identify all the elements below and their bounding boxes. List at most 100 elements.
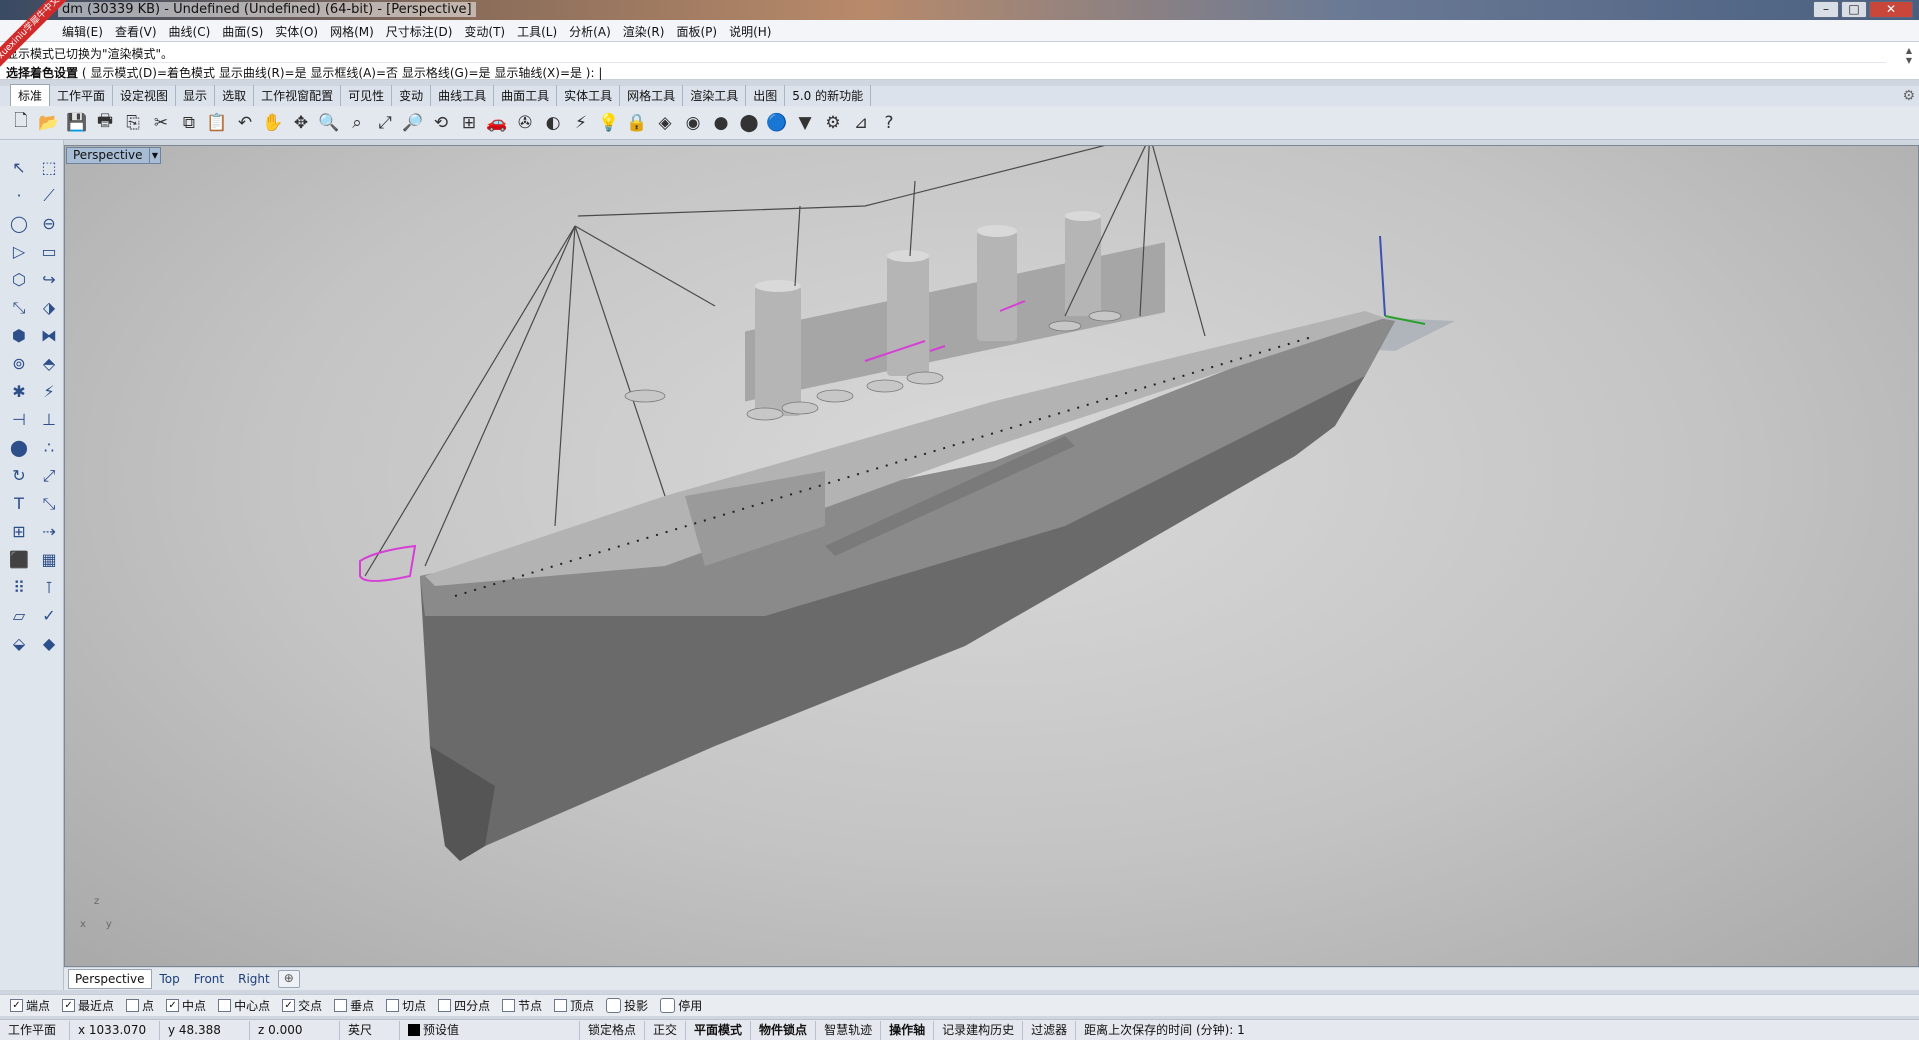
four-viewports-icon[interactable]: ⊞ [456,110,482,136]
toolbar-tab[interactable]: 工作视窗配置 [254,85,342,106]
osnap-checkbox[interactable] [606,998,622,1013]
toolbar-tab[interactable]: 显示 [176,85,216,106]
copy-icon[interactable]: ⧉ [176,110,202,136]
menu-item[interactable]: 查看(V) [109,20,163,41]
osnap-checkbox[interactable] [554,999,568,1012]
viewport-tab-top[interactable]: Top [154,970,186,988]
osnap-option[interactable]: ✓ 端点 [10,997,50,1014]
osnap-option[interactable]: 点 [126,997,154,1014]
osnap-checkbox[interactable] [660,998,676,1013]
cylinder-icon[interactable]: ⊚ [6,350,32,377]
osnap-option[interactable]: 垂点 [334,997,374,1014]
open-file-icon[interactable]: 📂 [36,110,62,136]
surface-tool-icon[interactable]: ⬗ [36,294,62,321]
menu-item[interactable]: 变动(T) [458,20,511,41]
ellipse-icon[interactable]: ⊖ [36,210,62,237]
osnap-option[interactable]: 顶点 [554,997,594,1014]
material-icon[interactable]: ◆ [36,630,62,657]
filter-toggle[interactable]: 过滤器 [1023,1020,1077,1040]
viewport-tab-right[interactable]: Right [232,970,276,988]
toolbar-tab[interactable]: 变动 [392,85,432,106]
units-indicator[interactable]: 英尺 [340,1020,400,1040]
cplane-indicator[interactable]: 工作平面 [0,1020,70,1040]
menu-item[interactable]: 曲面(S) [216,20,269,41]
osnap-checkbox[interactable] [218,999,232,1012]
group-icon[interactable]: ⬤ [6,434,32,461]
history-toggle[interactable]: 记录建构历史 [934,1020,1024,1040]
save-icon[interactable]: 💾 [64,110,90,136]
osnap-option[interactable]: ✓ 最近点 [62,997,114,1014]
hide-icon[interactable]: ◐ [540,110,566,136]
zoom-window-icon[interactable]: ⌕ [344,110,370,136]
toolbar-tab[interactable]: 标准 [10,84,51,106]
camera-icon[interactable]: ✇ [512,110,538,136]
viewport-tab-front[interactable]: Front [188,970,230,988]
explode-icon[interactable]: ✱ [6,378,32,405]
osnap-checkbox[interactable] [502,999,516,1012]
render-sphere-icon[interactable]: ● [708,110,734,136]
maximize-button[interactable]: □ [1841,1,1867,18]
zoom-icon[interactable]: 🔍 [316,110,342,136]
toolbar-tab[interactable]: 工作平面 [50,85,114,106]
arc-icon[interactable]: ▷ [6,238,32,265]
osnap-option[interactable]: ✓ 中点 [166,997,206,1014]
grid-snap-toggle[interactable]: 锁定格点 [580,1020,646,1040]
menu-item[interactable]: 尺寸标注(D) [380,20,459,41]
trim-icon[interactable]: ⊣ [6,406,32,433]
menu-item[interactable]: 曲线(C) [163,20,217,41]
toolbar-tab[interactable]: 曲线工具 [431,85,495,106]
osnap-option[interactable]: 四分点 [438,997,490,1014]
ortho-toggle[interactable]: 正交 [645,1020,687,1040]
command-prompt[interactable]: 选择着色设置 ( 显示模式(D)=着色模式 显示曲线(R)=是 显示框线(A)=… [6,62,1886,81]
rotate-view-icon[interactable]: ✥ [288,110,314,136]
planar-toggle[interactable]: 平面模式 [686,1020,752,1040]
osnap-checkbox[interactable] [126,999,140,1012]
select-arrow-icon[interactable]: ↖ [6,154,32,181]
import-icon[interactable]: ⎘ [120,110,146,136]
menu-item[interactable]: 网格(M) [324,20,380,41]
help-icon[interactable]: ? [876,110,902,136]
tab-settings-gear-icon[interactable]: ⚙ [1902,88,1915,104]
osnap-option[interactable]: 节点 [502,997,542,1014]
pipe-icon[interactable]: ⊺ [36,574,62,601]
material-sphere-icon[interactable]: ⬤ [736,110,762,136]
toolbar-tab[interactable]: 出图 [746,85,786,106]
undo-icon[interactable]: ↶ [232,110,258,136]
circle-icon[interactable]: ◯ [6,210,32,237]
select-icon[interactable]: ⚡ [568,110,594,136]
select-points-icon[interactable]: ⬚ [36,154,62,181]
menu-item[interactable]: 说明(H) [723,20,777,41]
polygon-icon[interactable]: ⬡ [6,266,32,293]
command-scrollbar[interactable]: ▲ ▼ [1903,46,1915,76]
extrude-icon[interactable]: ⬘ [36,350,62,377]
light-icon[interactable]: 💡 [596,110,622,136]
environment-sphere-icon[interactable]: 🔵 [764,110,790,136]
osnap-option[interactable]: 停用 [660,997,702,1014]
join-icon[interactable]: ⊥ [36,406,62,433]
toolbar-tab[interactable]: 设定视图 [113,85,177,106]
minimize-button[interactable]: – [1813,1,1839,18]
cut-icon[interactable]: ✂ [148,110,174,136]
layer-icon[interactable]: ◈ [652,110,678,136]
toolbar-tab[interactable]: 5.0 的新功能 [785,85,872,106]
menu-item[interactable]: 面板(P) [670,20,723,41]
check-icon[interactable]: ✓ [36,602,62,629]
add-viewport-tab-button[interactable]: ⊕ [277,970,300,988]
transform-icon[interactable]: ⇢ [36,518,62,545]
rotate-icon[interactable]: ↻ [6,462,32,489]
undo-view-icon[interactable]: ⟲ [428,110,454,136]
car-icon[interactable]: 🚗 [484,110,510,136]
toolbar-tab[interactable]: 网格工具 [620,85,684,106]
grid-array-icon[interactable]: ⠿ [6,574,32,601]
smarttrack-toggle[interactable]: 智慧轨迹 [816,1020,882,1040]
osnap-option[interactable]: 投影 [606,997,648,1014]
menu-item[interactable]: 工具(L) [511,20,563,41]
osnap-checkbox[interactable]: ✓ [10,999,23,1012]
command-prompt-options[interactable]: ( 显示模式(D)=着色模式 显示曲线(R)=是 显示框线(A)=否 显示格线(… [82,66,603,80]
toolbar-tab[interactable]: 渲染工具 [683,85,747,106]
dimension-icon[interactable]: ⤡ [36,490,62,517]
print-icon[interactable]: 🖶 [92,110,118,136]
osnap-checkbox[interactable]: ✓ [166,999,180,1012]
rectangle-icon[interactable]: ▭ [36,238,62,265]
block-icon[interactable]: ⊞ [6,518,32,545]
